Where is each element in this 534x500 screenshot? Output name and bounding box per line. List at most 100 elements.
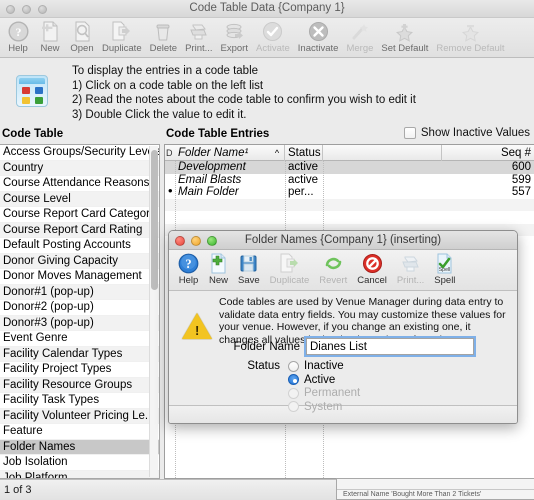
list-item[interactable]: Facility Project Types bbox=[0, 362, 159, 378]
column-header-status[interactable]: Status bbox=[285, 145, 323, 161]
code-table-data-window: Code Table Data {Company 1} ? Help New O… bbox=[0, 0, 534, 500]
open-magnifier-icon bbox=[73, 20, 92, 42]
list-item[interactable]: Facility Volunteer Pricing Le... bbox=[0, 408, 159, 424]
instructions-text: To display the entries in a code table 1… bbox=[72, 64, 416, 122]
list-item[interactable]: Job Isolation bbox=[0, 455, 159, 471]
dialog-button-new[interactable]: New bbox=[204, 250, 233, 286]
background-window-divider bbox=[337, 489, 534, 490]
show-inactive-values-checkbox[interactable]: Show Inactive Values bbox=[403, 127, 530, 139]
status-option-permanent: Permanent bbox=[288, 387, 360, 400]
toolbar-button-delete[interactable]: Delete bbox=[146, 18, 181, 54]
list-item[interactable]: Donor#3 (pop-up) bbox=[0, 315, 159, 331]
row-status-cell: active bbox=[288, 173, 319, 186]
star-minus-icon bbox=[460, 20, 481, 42]
warning-exclamation-mark: ! bbox=[195, 323, 200, 338]
column-header-flag[interactable]: D bbox=[165, 145, 175, 161]
table-row[interactable]: Email Blasts active 599 bbox=[165, 174, 534, 187]
dialog-label-print: Print... bbox=[396, 275, 425, 286]
dialog-label-new: New bbox=[209, 275, 229, 286]
status-option-active[interactable]: Active bbox=[288, 373, 360, 386]
checkbox-box[interactable] bbox=[403, 127, 416, 139]
code-table-list-body[interactable]: Access Groups/Security Levels Country Cour… bbox=[0, 145, 159, 478]
scrollbar-thumb[interactable] bbox=[151, 150, 158, 290]
list-item[interactable]: Feature bbox=[0, 424, 159, 440]
code-table-panel-title: Code Table bbox=[2, 128, 64, 140]
dialog-button-spell[interactable]: Spell Spell bbox=[429, 250, 460, 286]
column-header-folder-name[interactable]: Folder Name¹ ^ bbox=[175, 145, 285, 161]
dialog-label-duplicate: Duplicate bbox=[269, 275, 310, 286]
row-name-cell: Main Folder bbox=[178, 186, 239, 198]
svg-text:Spell: Spell bbox=[439, 267, 451, 273]
duplicate-icon bbox=[111, 20, 132, 42]
radio-inactive[interactable] bbox=[288, 360, 299, 372]
status-radio-group[interactable]: Status Inactive Active Permanent System bbox=[236, 360, 360, 414]
list-item[interactable]: Course Level bbox=[0, 191, 159, 207]
instruction-line-3: 3) Double Click the value to edit it. bbox=[72, 108, 247, 121]
instructions-band: To display the entries in a code table 1… bbox=[0, 59, 534, 128]
list-item[interactable]: Country bbox=[0, 160, 159, 176]
radio-label-inactive: Inactive bbox=[304, 360, 344, 372]
column-header-spacer[interactable] bbox=[323, 145, 442, 161]
radio-active[interactable] bbox=[288, 374, 299, 385]
list-item[interactable]: Donor Giving Capacity bbox=[0, 253, 159, 269]
radio-label-system: System bbox=[304, 400, 343, 413]
list-item[interactable]: Course Attendance Reasons bbox=[0, 176, 159, 192]
dialog-label-revert: Revert bbox=[319, 275, 348, 286]
row-flag-cell bbox=[165, 161, 175, 174]
trash-icon bbox=[154, 20, 172, 42]
table-row[interactable]: • Main Folder per... 557 bbox=[165, 186, 534, 199]
table-row[interactable]: Development active 600 bbox=[165, 161, 534, 174]
dialog-label-help: Help bbox=[178, 275, 199, 286]
list-item[interactable]: Donor Moves Management bbox=[0, 269, 159, 285]
dialog-button-cancel[interactable]: Cancel bbox=[352, 250, 392, 286]
column-header-seq[interactable]: Seq # bbox=[442, 145, 534, 161]
folder-name-input[interactable] bbox=[304, 336, 476, 357]
list-item[interactable]: Facility Resource Groups bbox=[0, 377, 159, 393]
toolbar-label-help: Help bbox=[8, 43, 28, 54]
list-item[interactable]: Default Posting Accounts bbox=[0, 238, 159, 254]
list-item[interactable]: Folder Names bbox=[0, 439, 159, 455]
magic-wand-icon bbox=[349, 20, 370, 42]
list-item[interactable]: Event Genre bbox=[0, 331, 159, 347]
toolbar-button-open[interactable]: Open bbox=[66, 18, 98, 54]
instruction-line-2: 2) Read the notes about the code table t… bbox=[72, 94, 416, 106]
list-item[interactable]: Access Groups/Security Levels bbox=[0, 145, 159, 161]
list-item[interactable]: Donor#1 (pop-up) bbox=[0, 284, 159, 300]
row-spacer-cell bbox=[323, 174, 442, 187]
list-item[interactable]: Job Platform bbox=[0, 470, 159, 478]
background-window[interactable]: External Name 'Bought More Than 2 Ticket… bbox=[336, 478, 534, 500]
table-empty-row bbox=[165, 198, 534, 211]
toolbar-label-set-default: Set Default bbox=[381, 43, 429, 54]
list-item[interactable]: Course Report Card Rating bbox=[0, 222, 159, 238]
svg-text:?: ? bbox=[15, 25, 21, 39]
list-item[interactable]: Facility Calendar Types bbox=[0, 346, 159, 362]
toolbar-button-set-default[interactable]: Set Default bbox=[377, 18, 432, 54]
list-item[interactable]: Course Report Card Category bbox=[0, 207, 159, 223]
row-seq-cell: 600 bbox=[442, 161, 534, 174]
dialog-button-save[interactable]: Save bbox=[233, 250, 265, 286]
new-document-icon bbox=[209, 252, 228, 274]
code-table-list-scrollbar[interactable] bbox=[149, 146, 158, 477]
list-item[interactable]: Donor#2 (pop-up) bbox=[0, 300, 159, 316]
toolbar-button-help[interactable]: ? Help bbox=[2, 18, 34, 54]
toolbar-button-print[interactable]: Print... bbox=[181, 18, 216, 54]
toolbar-label-merge: Merge bbox=[346, 43, 374, 54]
dialog-button-help[interactable]: ? Help bbox=[173, 250, 204, 286]
toolbar-label-remove-default: Remove Default bbox=[436, 43, 505, 54]
dialog-button-revert: Revert bbox=[314, 250, 352, 286]
toolbar-button-export[interactable]: Export bbox=[217, 18, 252, 54]
dialog-toolbar: ? Help New Save Duplicate Revert Cancel … bbox=[169, 250, 517, 291]
list-item[interactable]: Facility Task Types bbox=[0, 393, 159, 409]
toolbar-button-new[interactable]: New bbox=[34, 18, 66, 54]
table-body[interactable]: Development active 600 Email Blasts active 59… bbox=[165, 161, 534, 236]
toolbar-button-inactivate[interactable]: Inactivate bbox=[294, 18, 343, 54]
table-empty-row bbox=[165, 211, 534, 224]
toolbar-label-delete: Delete bbox=[149, 43, 178, 54]
radio-system bbox=[288, 401, 299, 412]
toolbar-label-inactivate: Inactivate bbox=[297, 43, 339, 54]
code-table-list[interactable]: Access Groups/Security Levels Country Cour… bbox=[0, 144, 160, 479]
new-document-icon bbox=[41, 20, 60, 42]
record-count-text: 1 of 3 bbox=[4, 484, 32, 496]
toolbar-button-remove-default: Remove Default bbox=[432, 18, 508, 54]
toolbar-button-duplicate[interactable]: Duplicate bbox=[98, 18, 146, 54]
